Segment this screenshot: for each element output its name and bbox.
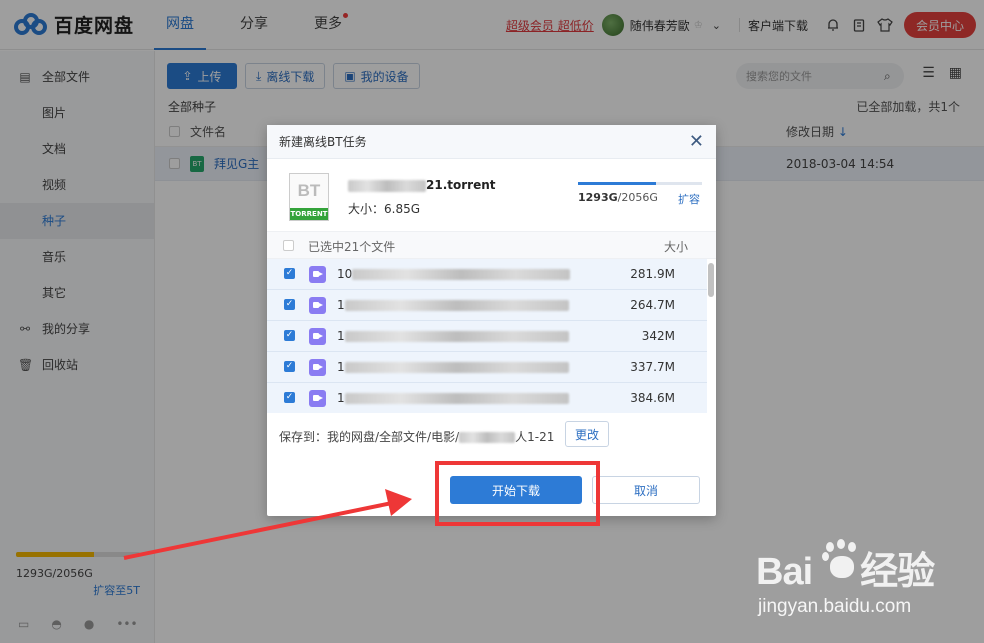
baidu-jingyan-watermark: Bai 经验 jingyan.baidu.com — [756, 539, 976, 630]
watermark-url: jingyan.baidu.com — [758, 596, 912, 617]
paw-icon — [820, 539, 864, 582]
